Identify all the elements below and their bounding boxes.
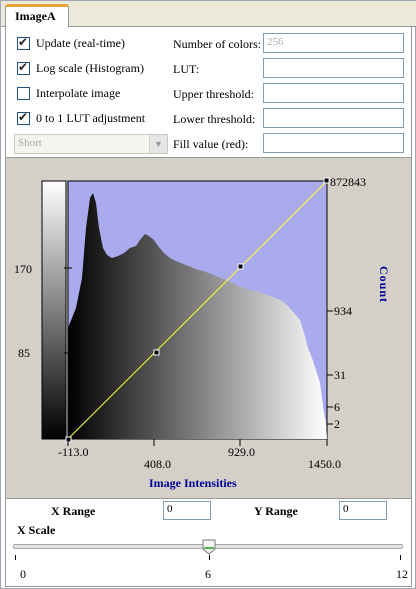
slider-thumb-icon [202,539,216,555]
update-realtime-option[interactable]: Update (real-time) [17,34,125,52]
num-colors-field[interactable]: 256 [263,33,404,53]
tab-imagea[interactable]: ImageA [5,4,69,27]
lut-point-1 [153,349,160,356]
num-colors-label: Number of colors: [173,37,261,51]
x-range-label: X Range [51,504,96,518]
right-tick-label-31: 31 [334,368,346,382]
left-tick-label-85: 85 [18,346,30,360]
slider-ticks [13,555,403,561]
data-type-select[interactable]: Short ▼ [14,134,168,154]
x-scale-slider[interactable] [13,539,403,563]
lut-point-2 [237,263,244,270]
slider-tick-min [15,555,16,560]
lower-threshold-label: Lower threshold: [173,112,256,126]
right-tick-label-934: 934 [334,304,352,318]
data-type-value: Short [18,137,42,149]
slider-thumb[interactable] [202,539,216,555]
scale-min-label: 0 [20,567,26,581]
chevron-down-icon[interactable]: ▼ [149,135,167,153]
x-axis-label: Image Intensities [149,476,237,490]
lut-point-3 [323,177,330,184]
lut-colorbar [41,180,67,440]
x-scale-label: X Scale [17,523,56,537]
upper-threshold-field[interactable] [263,83,404,103]
interpolate-option[interactable]: Interpolate image [17,84,120,102]
lut-adjust-option[interactable]: 0 to 1 LUT adjustment [17,109,145,127]
scale-mid-label: 6 [205,567,211,581]
lower-threshold-field[interactable] [263,108,404,128]
update-label: Update (real-time) [36,35,125,50]
lut-adjust-label: 0 to 1 LUT adjustment [36,110,146,125]
log-scale-label: Log scale (Histogram) [36,60,144,75]
y-range-field[interactable]: 0 [339,501,387,520]
x-tick-label-2: 929.0 [228,445,255,459]
interpolate-label: Interpolate image [36,85,121,100]
update-checkbox[interactable] [17,35,30,50]
interpolate-checkbox[interactable] [17,86,30,100]
slider-tick-mid [209,555,210,560]
histogram-panel: 170 85 872843 934 31 6 2 -113.0 408.0 92… [5,157,412,499]
x-range-field[interactable]: 0 [163,501,211,520]
window: ImageA Update (real-time) Log scale (His… [0,0,416,589]
fill-value-label: Fill value (red): [173,137,249,151]
y-axis-label: Count [377,266,391,304]
x-tick-label-3: 1450.0 [308,457,341,471]
right-tick-label-6: 6 [334,400,340,414]
tab-strip: ImageA [1,1,416,27]
x-tick-label-0: -113.0 [58,445,89,459]
scale-max-label: 12 [396,567,408,581]
slider-tick-max [400,555,401,560]
fill-value-field[interactable] [263,133,404,153]
log-scale-option[interactable]: Log scale (Histogram) [17,59,144,77]
lut-field[interactable] [263,58,404,78]
lut-adjust-checkbox[interactable] [17,110,30,125]
lut-label: LUT: [173,62,200,76]
log-scale-checkbox[interactable] [17,60,30,75]
right-tick-label-2: 2 [334,417,340,431]
y-range-label: Y Range [254,504,298,518]
x-tick-label-1: 408.0 [144,457,171,471]
right-tick-label-max: 872843 [330,175,366,189]
left-tick-label-170: 170 [14,262,32,276]
upper-threshold-label: Upper threshold: [173,87,254,101]
